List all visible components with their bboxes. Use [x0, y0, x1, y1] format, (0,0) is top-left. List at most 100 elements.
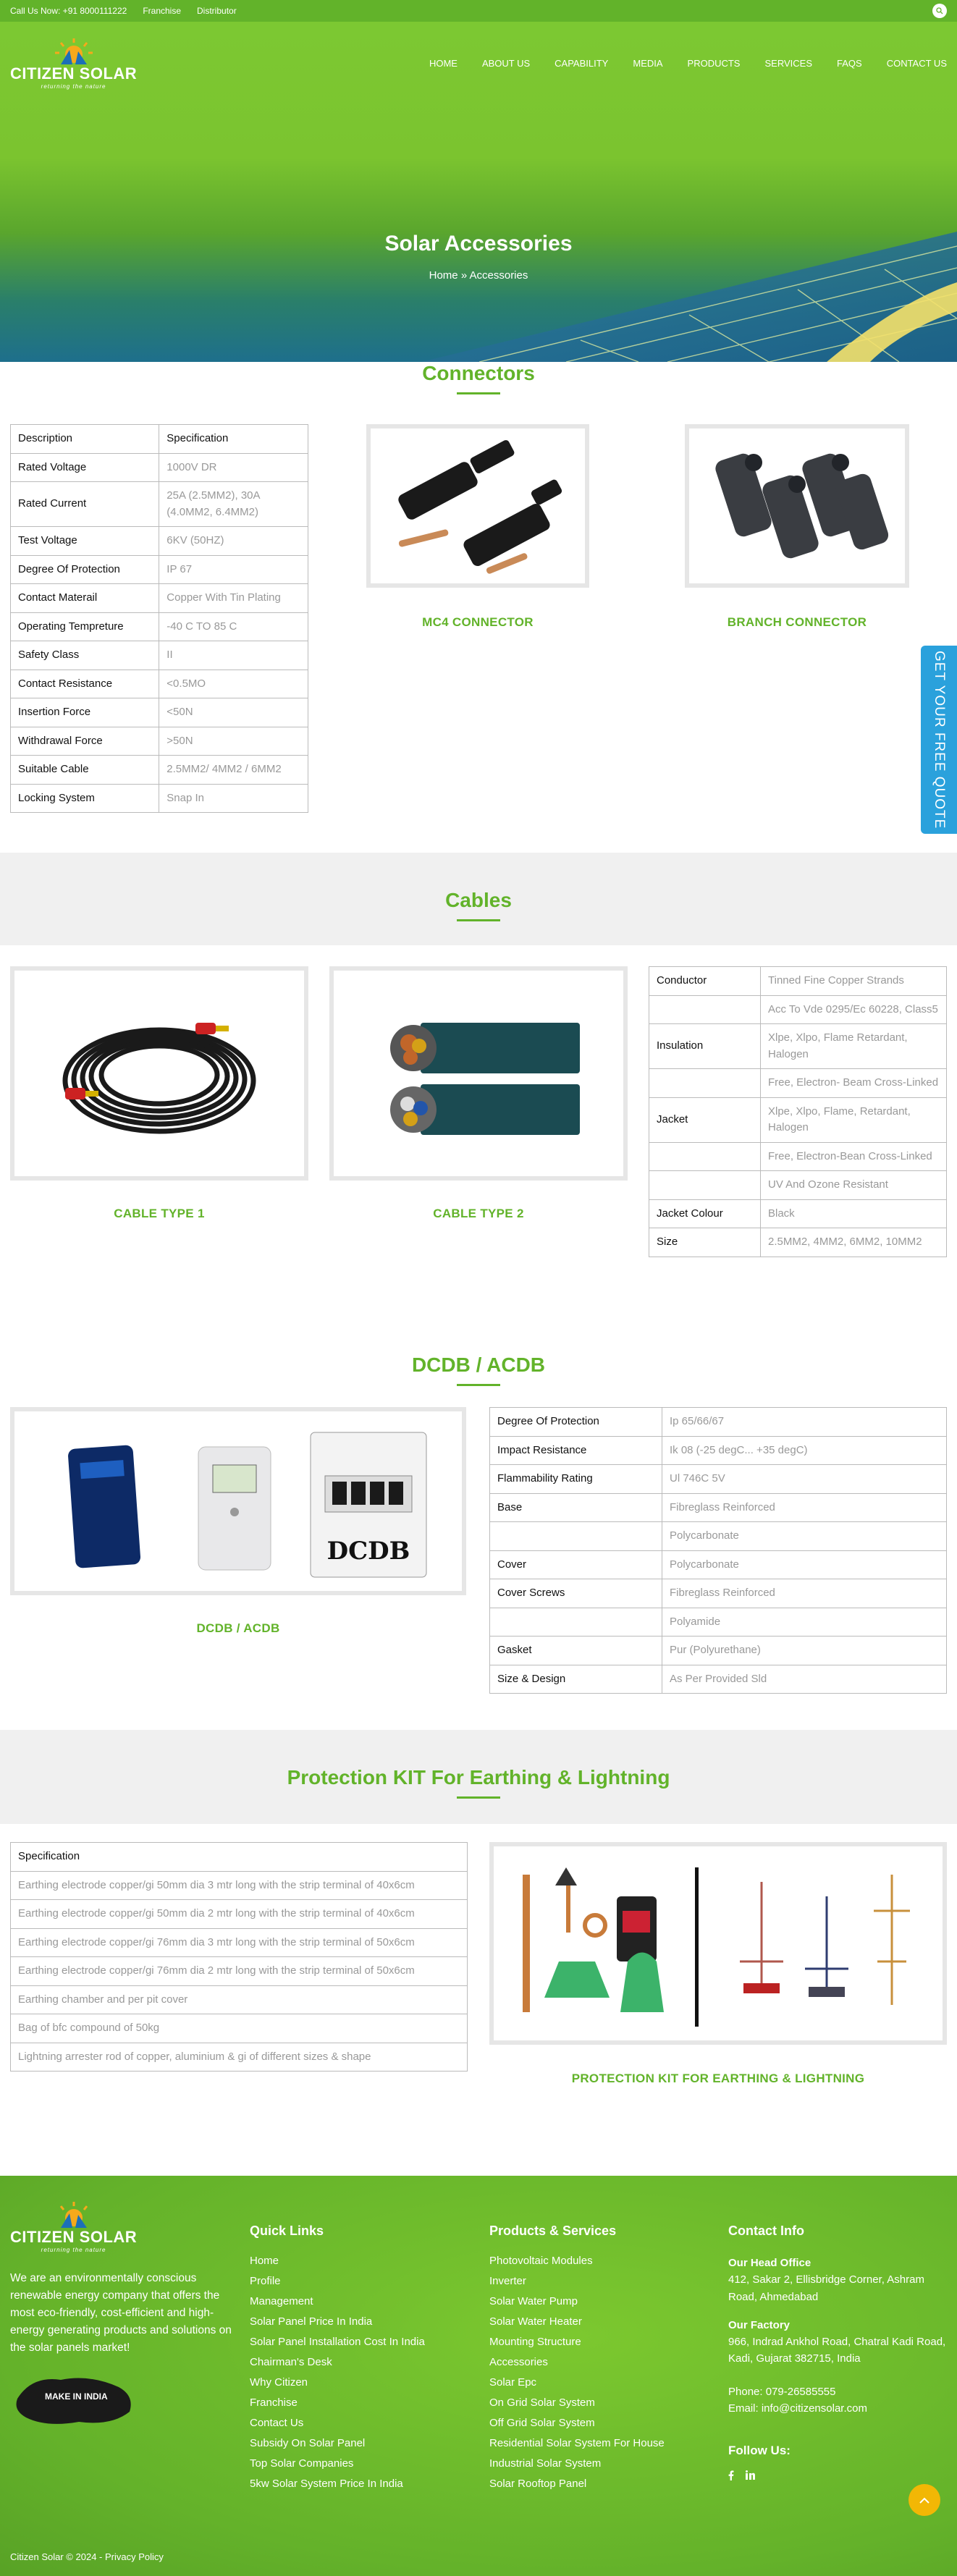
quick-link[interactable]: Management: [250, 2295, 425, 2307]
footer-brand-name: CITIZEN SOLAR: [10, 2228, 138, 2246]
quick-link[interactable]: Chairman's Desk: [250, 2356, 425, 2368]
nav-media[interactable]: MEDIA: [633, 58, 662, 69]
copyright[interactable]: Citizen Solar © 2024 - Privacy Policy: [10, 2551, 164, 2562]
table-row: Acc To Vde 0295/Ec 60228, Class5: [649, 994, 947, 1024]
linkedin-icon[interactable]: [746, 2470, 755, 2484]
call-us-link[interactable]: Call Us Now: +91 8000111222: [10, 6, 127, 16]
quick-link[interactable]: Contact Us: [250, 2417, 425, 2429]
product-link[interactable]: Solar Water Heater: [489, 2315, 665, 2328]
nav-about-us[interactable]: ABOUT US: [482, 58, 530, 69]
page-title: Solar Accessories: [384, 232, 573, 256]
cable-type-1-image[interactable]: [10, 966, 308, 1181]
spec-label: Test Voltage: [9, 526, 160, 556]
brand-logo[interactable]: CITIZEN SOLAR returning the nature: [10, 37, 137, 90]
spec-value: Earthing chamber and per pit cover: [10, 1985, 468, 2014]
table-row: Earthing electrode copper/gi 50mm dia 3 …: [10, 1870, 468, 1900]
table-row: Size & Design As Per Provided Sld: [489, 1664, 947, 1694]
product-link[interactable]: Solar Rooftop Panel: [489, 2478, 665, 2490]
cable-type-2-image[interactable]: [329, 966, 628, 1181]
product-link[interactable]: Solar Water Pump: [489, 2295, 665, 2307]
head-office-label: Our Head Office: [728, 2257, 811, 2269]
spec-label: Degree Of Protection: [489, 1407, 662, 1437]
spec-label: Jacket Colour: [649, 1199, 761, 1228]
free-quote-tab[interactable]: GET YOUR FREE QUOTE: [921, 646, 957, 834]
product-link[interactable]: Off Grid Solar System: [489, 2417, 665, 2429]
facebook-icon[interactable]: [728, 2470, 734, 2484]
spec-value: Xlpe, Xlpo, Flame Retardant, Halogen: [760, 1023, 947, 1069]
protection-kit-image[interactable]: [489, 1842, 947, 2045]
nav-home[interactable]: HOME: [429, 58, 458, 69]
quick-link[interactable]: Why Citizen: [250, 2376, 425, 2389]
quick-link[interactable]: Franchise: [250, 2396, 425, 2409]
nav-capability[interactable]: CAPABILITY: [555, 58, 608, 69]
spec-label: Gasket: [489, 1636, 662, 1665]
product-link[interactable]: On Grid Solar System: [489, 2396, 665, 2409]
nav-services[interactable]: SERVICES: [764, 58, 812, 69]
quick-link[interactable]: 5kw Solar System Price In India: [250, 2478, 425, 2490]
dcdb-caption: DCDB / ACDB: [196, 1621, 280, 1635]
phone-text[interactable]: Phone: 079-26585555: [728, 2383, 947, 2400]
table-row: Withdrawal Force >50N: [9, 726, 308, 756]
product-link[interactable]: Photovoltaic Modules: [489, 2255, 665, 2267]
brand-name: CITIZEN SOLAR: [10, 64, 138, 83]
quick-link[interactable]: Solar Panel Installation Cost In India: [250, 2336, 425, 2348]
breadcrumb-home[interactable]: Home: [429, 269, 458, 282]
franchise-link[interactable]: Franchise: [143, 6, 181, 16]
factory-label: Our Factory: [728, 2318, 791, 2331]
spec-value: -40 C TO 85 C: [159, 612, 308, 641]
spec-label: Cover: [489, 1550, 662, 1579]
product-link[interactable]: Solar Epc: [489, 2376, 665, 2389]
product-link[interactable]: Residential Solar System For House: [489, 2437, 665, 2449]
spec-label: Contact Resistance: [9, 669, 160, 698]
quick-link[interactable]: Solar Panel Price In India: [250, 2315, 425, 2328]
spec-label: Base: [489, 1492, 662, 1522]
branch-connector-image[interactable]: [685, 424, 909, 588]
nav-products[interactable]: PRODUCTS: [688, 58, 741, 69]
table-row: Contact Materail Copper With Tin Plating: [9, 583, 308, 613]
cables-header: Cables: [0, 853, 957, 945]
cable-type-1-caption: CABLE TYPE 1: [114, 1207, 205, 1220]
spec-value: Ik 08 (-25 degC... +35 degC): [662, 1435, 947, 1465]
table-row: Safety Class II: [9, 641, 308, 670]
spec-label: [649, 1170, 761, 1200]
spec-value: 2.5MM2, 4MM2, 6MM2, 10MM2: [760, 1228, 947, 1257]
nav-contact-us[interactable]: CONTACT US: [887, 58, 947, 69]
spec-value: Xlpe, Xlpo, Flame, Retardant, Halogen: [760, 1097, 947, 1143]
contact-column: Contact Info Our Head Office 412, Sakar …: [728, 2224, 947, 2484]
solar-panels-image: [421, 232, 957, 362]
email-text[interactable]: Email: info@citizensolar.com: [728, 2400, 947, 2417]
nav-faqs[interactable]: FAQS: [837, 58, 862, 69]
products-column: Products & Services Photovoltaic Modules…: [489, 2224, 665, 2498]
cable-type-2-caption: CABLE TYPE 2: [433, 1207, 524, 1220]
quick-link[interactable]: Home: [250, 2255, 425, 2267]
connectors-title: Connectors: [422, 362, 535, 384]
sun-logo-icon: [54, 38, 93, 64]
scroll-to-top-button[interactable]: [908, 2484, 940, 2516]
table-row: Polycarbonate: [489, 1521, 947, 1551]
footer-logo[interactable]: CITIZEN SOLAR returning the nature: [10, 2200, 137, 2253]
spec-value: Polycarbonate: [662, 1521, 947, 1551]
product-link[interactable]: Industrial Solar System: [489, 2457, 665, 2470]
spec-value: Polyamide: [662, 1607, 947, 1637]
product-link[interactable]: Inverter: [489, 2275, 665, 2287]
table-row: Rated Current 25A (2.5MM2), 30A (4.0MM2, …: [9, 481, 308, 527]
quick-links-column: Quick Links Home Profile Management Solar P…: [250, 2224, 425, 2498]
spec-label: [649, 1141, 761, 1171]
protection-header: Protection KIT For Earthing & Lightning: [0, 1730, 957, 1824]
dcdb-image[interactable]: DCDB: [10, 1407, 466, 1595]
spec-label: Insertion Force: [9, 698, 160, 727]
spec-value: 6KV (50HZ): [159, 526, 308, 556]
quick-link[interactable]: Top Solar Companies: [250, 2457, 425, 2470]
spec-value: UV And Ozone Resistant: [760, 1170, 947, 1200]
product-link[interactable]: Accessories: [489, 2356, 665, 2368]
product-link[interactable]: Mounting Structure: [489, 2336, 665, 2348]
distributor-link[interactable]: Distributor: [197, 6, 237, 16]
quick-link[interactable]: Profile: [250, 2275, 425, 2287]
spec-value: Bag of bfc compound of 50kg: [10, 2014, 468, 2043]
spec-value: Free, Electron-Bean Cross-Linked: [760, 1141, 947, 1171]
mc4-connector-caption: MC4 CONNECTOR: [422, 615, 534, 629]
mc4-connector-image[interactable]: [366, 424, 589, 588]
products-title: Products & Services: [489, 2224, 617, 2238]
search-icon[interactable]: [932, 4, 947, 18]
quick-link[interactable]: Subsidy On Solar Panel: [250, 2437, 425, 2449]
